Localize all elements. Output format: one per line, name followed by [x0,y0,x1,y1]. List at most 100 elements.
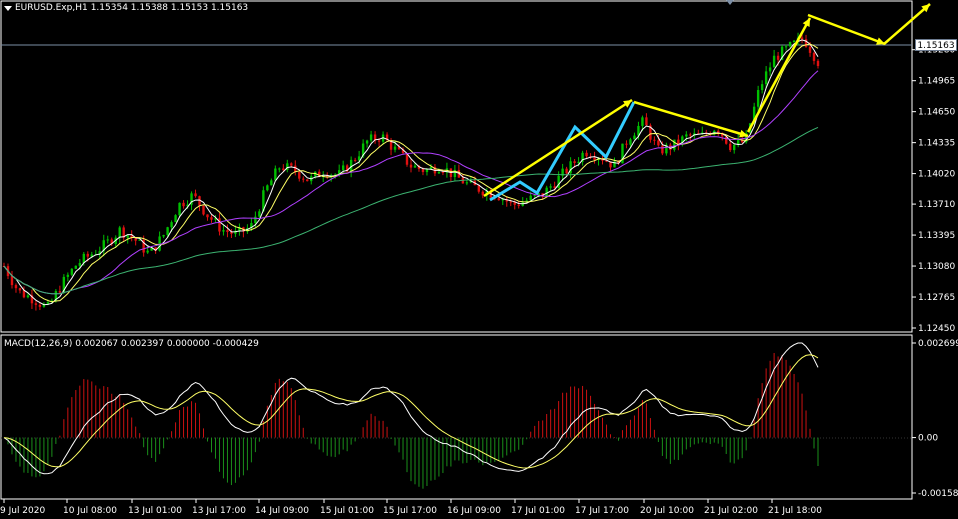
candle-body [353,159,357,161]
candle-body [174,215,177,223]
candle-body [278,168,281,170]
macd-histogram [7,353,819,489]
main-chart-frame [0,0,913,333]
candle-body [282,168,285,170]
candle-body [764,71,768,85]
candle-body [585,152,588,157]
candle-body [14,285,18,289]
current-price-tag: 1.15163 [915,39,957,51]
candle-body [254,216,257,224]
price-tick-label: 1.12765 [918,293,955,303]
candle-body [393,146,397,150]
candle-body [729,143,732,151]
candle-body [421,168,425,173]
time-tick-label: 13 Jul 17:00 [192,506,246,516]
price-tick-label: 1.14965 [918,77,955,87]
candle-body [274,168,277,181]
candle-body [517,204,520,206]
candle-body [266,185,269,191]
candle-body [270,180,273,186]
candle-body [302,178,305,180]
candle-body [792,40,796,43]
time-tick-label: 9 Jul 2020 [0,506,45,516]
trend-arrows[interactable] [483,3,931,202]
candle-body [66,274,70,277]
yellow-arrow-up-3[interactable] [883,3,931,45]
candle-body [38,304,42,307]
time-tick-label: 10 Jul 08:00 [63,506,117,516]
symbol-label: EURUSD.Exp,H1 [15,3,88,13]
candle-body [34,303,38,305]
candles [2,32,820,311]
cyan-zigzag-line[interactable] [489,101,636,202]
candle-body [629,139,632,145]
candle-body [170,222,173,228]
trading-chart[interactable]: 1.152801.149651.146501.143351.140201.137… [0,0,958,519]
time-tick-label: 13 Jul 01:00 [128,506,182,516]
candle-body [812,52,816,61]
time-tick-label: 15 Jul 01:00 [320,506,374,516]
time-tick-label: 15 Jul 17:00 [383,506,437,516]
candle-body [10,276,14,286]
price-tick-label: 1.12450 [918,324,955,334]
candle-body [529,195,532,201]
time-tick-label: 17 Jul 01:00 [511,506,565,516]
candle-body [776,55,780,60]
candle-body [641,117,644,126]
macd-indicator-title: MACD(12,26,9) 0.002067 0.002397 0.000000… [4,339,259,349]
candle-body [788,42,792,47]
candle-body [685,134,688,137]
candle-body [549,186,552,188]
candle-body [661,145,664,154]
candle-body [689,134,692,136]
candle-body [465,182,469,184]
macd-tick-label: 0.002699 [918,339,958,349]
candle-body [808,46,812,53]
candle-body [166,227,169,236]
candle-body [816,60,820,67]
time-tick-label: 16 Jul 09:00 [447,506,501,516]
candle-body [298,172,301,179]
candle-body [800,37,804,40]
candle-body [565,168,568,174]
candle-body [126,235,129,238]
candle-body [178,202,181,216]
candle-body [222,230,225,232]
chart-shift-marker[interactable] [726,0,734,5]
time-tick-label: 17 Jul 17:00 [575,506,629,516]
candle-body [74,265,78,269]
price-tick-label: 1.13395 [918,231,955,241]
ma-mid-line [3,43,819,303]
candle-body [26,295,30,298]
time-tick-label: 20 Jul 10:00 [640,506,694,516]
candle-body [78,262,82,266]
candle-body [146,250,149,253]
candle-body [645,117,648,126]
candle-body [58,291,62,293]
candle-body [653,139,656,141]
candle-body [577,161,580,164]
candle-body [633,135,636,140]
candle-body [441,171,445,173]
macd-tick-label: 0.00 [918,434,938,444]
candle-body [413,165,417,168]
candle-body [409,164,413,168]
candle-body [369,134,373,141]
candle-body [106,239,109,241]
time-axis: 9 Jul 2020 10 Jul 08:00 13 Jul 01:00 13 Jul… [0,499,822,516]
candle-body [306,179,309,182]
candle-body [226,230,229,232]
candle-body [593,157,596,160]
candle-body [206,214,209,218]
time-tick-label: 14 Jul 09:00 [255,506,309,516]
macd-tick-label: -0.001582 [918,489,958,499]
chart-title: EURUSD.Exp,H1 1.15354 1.15388 1.15153 1.… [4,3,248,13]
candle-body [46,302,50,304]
candle-body [18,288,22,291]
candle-body [497,198,500,201]
price-tick-label: 1.14650 [918,108,955,118]
candle-body [625,143,628,145]
ma-long-line [3,126,819,295]
yellow-arrow-down-2[interactable] [807,13,886,46]
dropdown-triangle-icon[interactable] [4,5,12,11]
